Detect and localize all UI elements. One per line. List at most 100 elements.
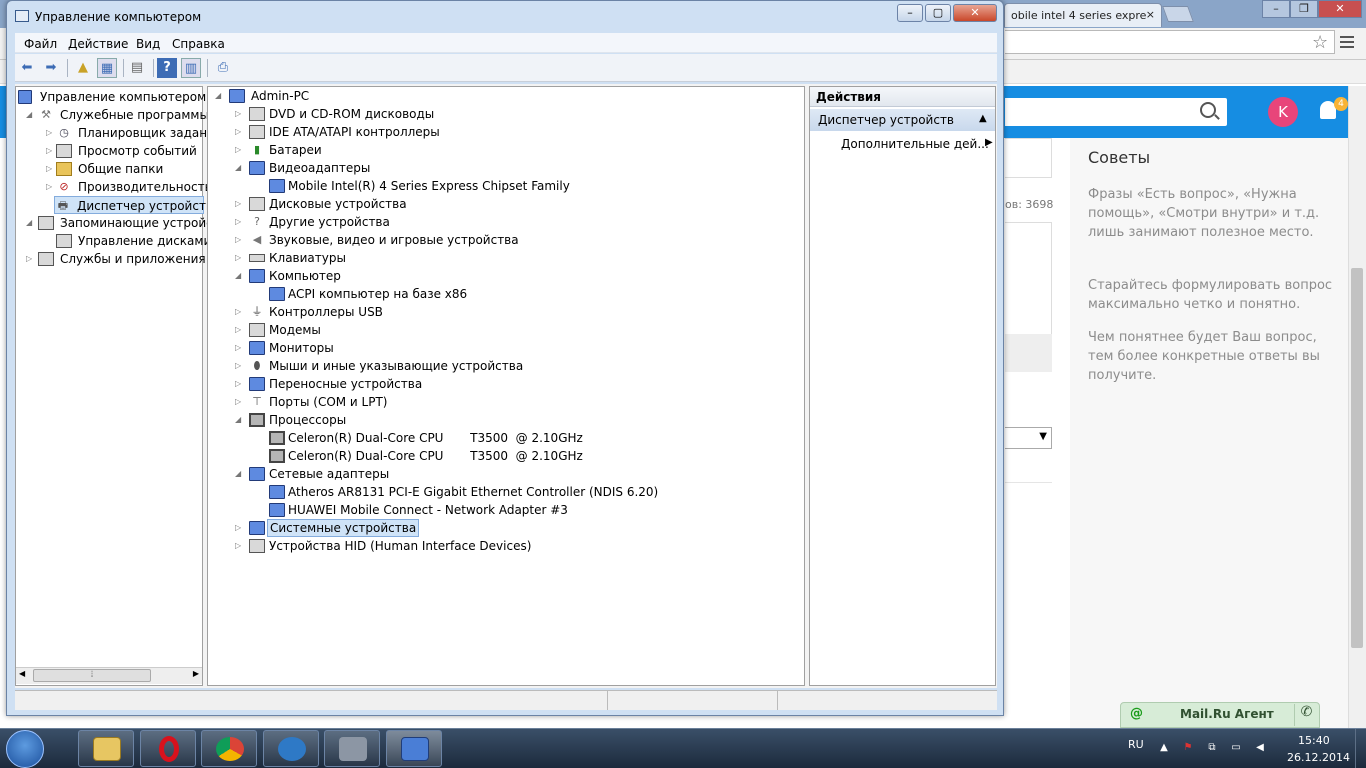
collapsed-arrow-icon[interactable]: ▷ <box>235 231 241 249</box>
forward-arrow-icon[interactable]: ➡ <box>41 58 61 78</box>
event-viewer-icon <box>56 144 72 158</box>
collapsed-arrow-icon[interactable]: ▷ <box>46 178 52 196</box>
show-desktop-button[interactable] <box>1355 729 1366 768</box>
display-adapter-icon <box>269 179 285 193</box>
action-center-icon[interactable]: ⚑ <box>1182 742 1194 754</box>
volume-icon[interactable]: ◀ <box>1254 742 1266 754</box>
browser-menu-icon[interactable] <box>1340 36 1354 48</box>
collapsed-arrow-icon[interactable]: ▷ <box>46 124 52 142</box>
collapsed-arrow-icon[interactable]: ▷ <box>235 195 241 213</box>
site-search-input[interactable] <box>1005 98 1227 126</box>
cpu-icon <box>269 431 285 445</box>
computer-management-icon <box>401 737 429 761</box>
show-hide-tree-icon[interactable]: ▦ <box>97 58 117 78</box>
details-footer <box>1005 334 1052 372</box>
agent-icon: @ <box>1130 706 1143 721</box>
menu-file[interactable]: Файл <box>24 37 57 51</box>
expanded-arrow-icon[interactable]: ◢ <box>235 465 241 483</box>
menu-view[interactable]: Вид <box>136 37 160 51</box>
collapsed-arrow-icon[interactable]: ▷ <box>235 357 241 375</box>
menu-action[interactable]: Действие <box>68 37 128 51</box>
collapsed-arrow-icon[interactable]: ▷ <box>235 339 241 357</box>
properties-icon[interactable]: ▤ <box>127 58 147 78</box>
close-button[interactable]: ✕ <box>953 4 997 22</box>
collapsed-arrow-icon[interactable]: ▷ <box>235 303 241 321</box>
browser-maximize-button[interactable]: ❐ <box>1290 0 1318 18</box>
start-button[interactable] <box>6 730 44 768</box>
agent-label[interactable]: Mail.Ru Агент <box>1180 707 1274 721</box>
expanded-arrow-icon[interactable]: ◢ <box>235 411 241 429</box>
collapsed-arrow-icon[interactable]: ▷ <box>235 105 241 123</box>
bookmark-star-icon[interactable]: ☆ <box>1312 32 1328 53</box>
computer-management-taskbar-button[interactable] <box>386 730 442 767</box>
expanded-arrow-icon[interactable]: ◢ <box>235 159 241 177</box>
computer-management-icon <box>15 10 29 22</box>
collapsed-arrow-icon[interactable]: ▷ <box>235 213 241 231</box>
actions-section-device-manager[interactable]: Диспетчер устройств <box>810 109 995 131</box>
collapsed-arrow-icon[interactable]: ▷ <box>46 160 52 178</box>
network-icon[interactable]: ⧉ <box>1206 742 1218 754</box>
toolbar-separator <box>153 59 154 77</box>
scan-hardware-icon[interactable]: ⎙ <box>213 58 233 78</box>
maximize-button[interactable]: ▢ <box>925 4 951 22</box>
tip-3: Чем понятнее будет Ваш вопрос, тем более… <box>1088 330 1320 383</box>
menu-help[interactable]: Справка <box>172 37 225 51</box>
scroll-left-icon[interactable]: ◀ <box>19 669 25 678</box>
show-action-pane-icon[interactable]: ▥ <box>181 58 201 78</box>
expanded-arrow-icon[interactable]: ◢ <box>26 214 32 232</box>
more-actions-item[interactable]: Дополнительные дей... <box>841 137 989 151</box>
collapsed-arrow-icon[interactable]: ▷ <box>235 393 241 411</box>
avatar[interactable]: K <box>1268 97 1298 127</box>
category-select[interactable]: ▼ <box>1005 427 1052 449</box>
help-icon[interactable]: ? <box>157 58 177 78</box>
system-device-icon <box>249 521 265 535</box>
opera-taskbar-button[interactable] <box>140 730 196 767</box>
collapsed-arrow-icon[interactable]: ▷ <box>235 123 241 141</box>
chrome-taskbar-button[interactable] <box>201 730 257 767</box>
question-textarea[interactable] <box>1005 138 1052 178</box>
opera-icon <box>159 736 179 762</box>
tip-2: Старайтесь формулировать вопрос максимал… <box>1088 278 1333 312</box>
back-arrow-icon[interactable]: ⬅ <box>17 58 37 78</box>
address-bar[interactable] <box>1005 30 1335 54</box>
browser-tab[interactable]: obile intel 4 series expre × <box>1004 3 1162 27</box>
collapsed-arrow-icon[interactable]: ▷ <box>26 250 32 268</box>
minimize-button[interactable]: – <box>897 4 923 22</box>
collapsed-arrow-icon[interactable]: ▷ <box>235 519 241 537</box>
expanded-arrow-icon[interactable]: ◢ <box>26 106 32 124</box>
actions-pane <box>809 86 996 686</box>
usb-icon: ⏚ <box>251 305 263 318</box>
search-icon[interactable] <box>1200 102 1216 118</box>
tree-item-device-manager[interactable]: 🖶 Диспетчер устройств <box>54 196 213 214</box>
display-icon[interactable]: ▭ <box>1230 742 1242 754</box>
toolbar: ⬅ ➡ ▲ ▦ ▤ ? ▥ ⎙ <box>15 54 997 82</box>
clock-date[interactable]: 26.12.2014 <box>1287 751 1350 764</box>
phone-icon[interactable]: ✆ <box>1294 704 1318 726</box>
up-folder-icon[interactable]: ▲ <box>73 58 93 78</box>
scroll-right-icon[interactable]: ▶ <box>193 669 199 678</box>
collapsed-arrow-icon[interactable]: ▷ <box>235 375 241 393</box>
collapsed-arrow-icon[interactable]: ▷ <box>46 142 52 160</box>
ide-icon <box>249 125 265 139</box>
collapsed-arrow-icon[interactable]: ▷ <box>235 141 241 159</box>
browser-minimize-button[interactable]: – <box>1262 0 1290 18</box>
expanded-arrow-icon[interactable]: ◢ <box>235 267 241 285</box>
explorer-taskbar-button[interactable] <box>78 730 134 767</box>
collapsed-arrow-icon[interactable]: ▷ <box>235 249 241 267</box>
scrollbar-thumb[interactable]: ⦙ <box>33 669 151 682</box>
new-tab-button[interactable] <box>1162 6 1194 22</box>
page-scrollbar-thumb[interactable] <box>1351 268 1363 648</box>
game-taskbar-button[interactable] <box>324 730 380 767</box>
collapsed-arrow-icon[interactable]: ▷ <box>235 537 241 555</box>
tab-close-icon[interactable]: × <box>1146 8 1155 21</box>
browser-close-button[interactable]: ✕ <box>1318 0 1362 18</box>
tip-1: Фразы «Есть вопрос», «Нужна помощь», «См… <box>1088 187 1320 240</box>
collapse-up-icon[interactable]: ▲ <box>979 113 987 124</box>
collapsed-arrow-icon[interactable]: ▷ <box>235 321 241 339</box>
language-indicator[interactable]: RU <box>1128 738 1144 751</box>
mail-agent-taskbar-button[interactable] <box>263 730 319 767</box>
tips-title: Советы <box>1088 148 1151 167</box>
counter-strike-icon <box>339 737 367 761</box>
clock-time[interactable]: 15:40 <box>1298 734 1330 747</box>
show-hidden-icons-icon[interactable]: ▲ <box>1158 742 1170 754</box>
